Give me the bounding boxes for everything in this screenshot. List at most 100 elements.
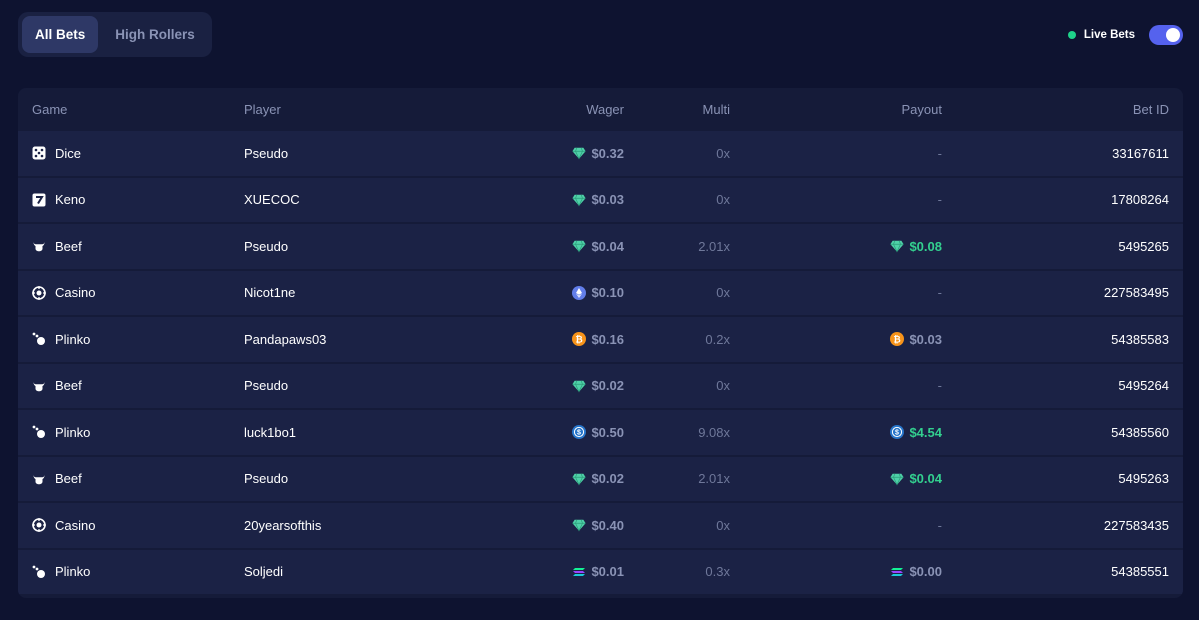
svg-text:$: $ (578, 430, 582, 437)
bet-id[interactable]: 227583435 (956, 518, 1183, 533)
solana-icon (890, 565, 904, 579)
table-header: Game Player Wager Multi Payout Bet ID (18, 88, 1183, 131)
bet-id[interactable]: 227583495 (956, 285, 1183, 300)
player-name[interactable]: Soljedi (230, 564, 470, 579)
wager-value: $0.16 (591, 331, 624, 347)
payout-value: - (937, 192, 942, 208)
bitcoin-icon: ₿ (572, 332, 587, 347)
top-bar: All Bets High Rollers Live Bets (18, 12, 1183, 57)
payout-cell: $ $4.54 (744, 425, 956, 440)
game-name: Plinko (55, 564, 91, 580)
bet-id[interactable]: 33167611 (956, 146, 1183, 161)
multiplier: 9.08x (698, 424, 730, 440)
bet-id[interactable]: 54385583 (956, 332, 1183, 347)
game-cell[interactable]: Beef (18, 239, 230, 254)
table-row[interactable]: Keno XUECOC $0.03 0x - 17808264 (18, 177, 1183, 222)
bet-id[interactable]: 54385560 (956, 425, 1183, 440)
game-cell[interactable]: Plinko (18, 564, 230, 579)
payout-cell: - (744, 378, 956, 393)
table-row[interactable]: Plinko luck1bo1 $ $0.50 9.08x $ $4.54 54… (18, 410, 1183, 455)
ethereum-icon (572, 285, 587, 300)
header-player: Player (244, 102, 281, 117)
live-bets-control: Live Bets (1067, 24, 1183, 45)
wager-cell: $0.03 (470, 192, 638, 207)
header-game: Game (32, 102, 68, 117)
bet-id[interactable]: 5495264 (956, 378, 1183, 393)
table-row[interactable]: Dice Pseudo $0.32 0x - 33167611 (18, 131, 1183, 176)
multiplier: 0.3x (705, 564, 730, 580)
player-name[interactable]: Pseudo (230, 146, 470, 161)
dice-icon (32, 146, 46, 160)
game-name: Beef (55, 378, 82, 394)
payout-amount: - (938, 378, 942, 393)
wager-amount: $0.02 (572, 378, 624, 393)
player-name[interactable]: 20yearsofthis (230, 518, 470, 533)
payout-cell: - (744, 146, 956, 161)
multiplier: 0x (716, 517, 730, 533)
multiplier: 0x (716, 378, 730, 394)
game-name: Beef (55, 238, 82, 254)
wager-amount: $0.40 (572, 518, 624, 533)
player-name[interactable]: Pseudo (230, 471, 470, 486)
player-name[interactable]: Pandapaws03 (230, 332, 470, 347)
header-payout: Payout (901, 102, 942, 117)
wager-value: $0.01 (591, 564, 624, 580)
usdc-icon: $ (890, 425, 905, 440)
svg-text:$: $ (896, 430, 900, 437)
player-name[interactable]: Pseudo (230, 239, 470, 254)
bet-id[interactable]: 5495265 (956, 239, 1183, 254)
game-name: Plinko (55, 331, 91, 347)
payout-amount: ₿ $0.03 (890, 332, 942, 347)
game-cell[interactable]: Plinko (18, 332, 230, 347)
wager-cell: $ $0.50 (470, 425, 638, 440)
game-cell[interactable]: Plinko (18, 425, 230, 440)
payout-cell: - (744, 518, 956, 533)
game-cell[interactable]: Beef (18, 378, 230, 393)
payout-value: $0.00 (909, 564, 942, 580)
payout-amount: $0.04 (890, 471, 942, 486)
header-bet-id: Bet ID (1132, 102, 1169, 117)
wager-amount: ₿ $0.16 (572, 332, 624, 347)
table-row[interactable]: Casino Nicot1ne $0.10 0x - 227583495 (18, 270, 1183, 315)
live-bets-toggle[interactable] (1149, 24, 1183, 45)
bet-id[interactable]: 5495263 (956, 471, 1183, 486)
tab-all-bets[interactable]: All Bets (22, 16, 99, 53)
multiplier: 0.2x (705, 331, 730, 347)
payout-cell: $0.00 (744, 564, 956, 579)
player-name[interactable]: luck1bo1 (230, 425, 470, 440)
table-row[interactable]: Plinko Soljedi $0.01 0.3x $0.00 54385551 (18, 549, 1183, 594)
gem-icon (572, 472, 587, 486)
player-name[interactable]: XUECOC (230, 192, 470, 207)
game-cell[interactable]: Beef (18, 471, 230, 486)
header-multi: Multi (702, 102, 730, 117)
table-body: Dice Pseudo $0.32 0x - 33167611 Keno XUE… (18, 131, 1183, 594)
table-row[interactable]: Beef Pseudo $0.02 2.01x $0.04 5495263 (18, 456, 1183, 501)
keno-icon (32, 193, 46, 207)
player-name[interactable]: Pseudo (230, 378, 470, 393)
player-name[interactable]: Nicot1ne (230, 285, 470, 300)
wager-amount: $0.10 (572, 285, 624, 300)
wager-value: $0.03 (591, 192, 624, 208)
game-cell[interactable]: Dice (18, 146, 230, 161)
multiplier: 0x (716, 192, 730, 208)
plinko-icon (32, 565, 46, 579)
table-row[interactable]: Plinko Pandapaws03 ₿ $0.16 0.2x ₿ $0.03 … (18, 317, 1183, 362)
game-cell[interactable]: Keno (18, 192, 230, 207)
gem-icon (572, 146, 587, 160)
bet-id[interactable]: 54385551 (956, 564, 1183, 579)
wager-cell: ₿ $0.16 (470, 332, 638, 347)
wager-cell: $0.10 (470, 285, 638, 300)
game-name: Keno (55, 192, 86, 208)
game-name: Casino (55, 285, 96, 301)
game-cell[interactable]: Casino (18, 518, 230, 533)
tab-high-rollers[interactable]: High Rollers (102, 16, 208, 53)
table-row[interactable]: Beef Pseudo $0.04 2.01x $0.08 5495265 (18, 224, 1183, 269)
wager-amount: $ $0.50 (572, 425, 624, 440)
solana-icon (572, 565, 586, 579)
game-cell[interactable]: Casino (18, 285, 230, 300)
payout-value: - (937, 285, 942, 301)
bet-id[interactable]: 17808264 (956, 192, 1183, 207)
table-row[interactable]: Beef Pseudo $0.02 0x - 5495264 (18, 363, 1183, 408)
multiplier: 0x (716, 285, 730, 301)
table-row[interactable]: Casino 20yearsofthis $0.40 0x - 22758343… (18, 503, 1183, 548)
